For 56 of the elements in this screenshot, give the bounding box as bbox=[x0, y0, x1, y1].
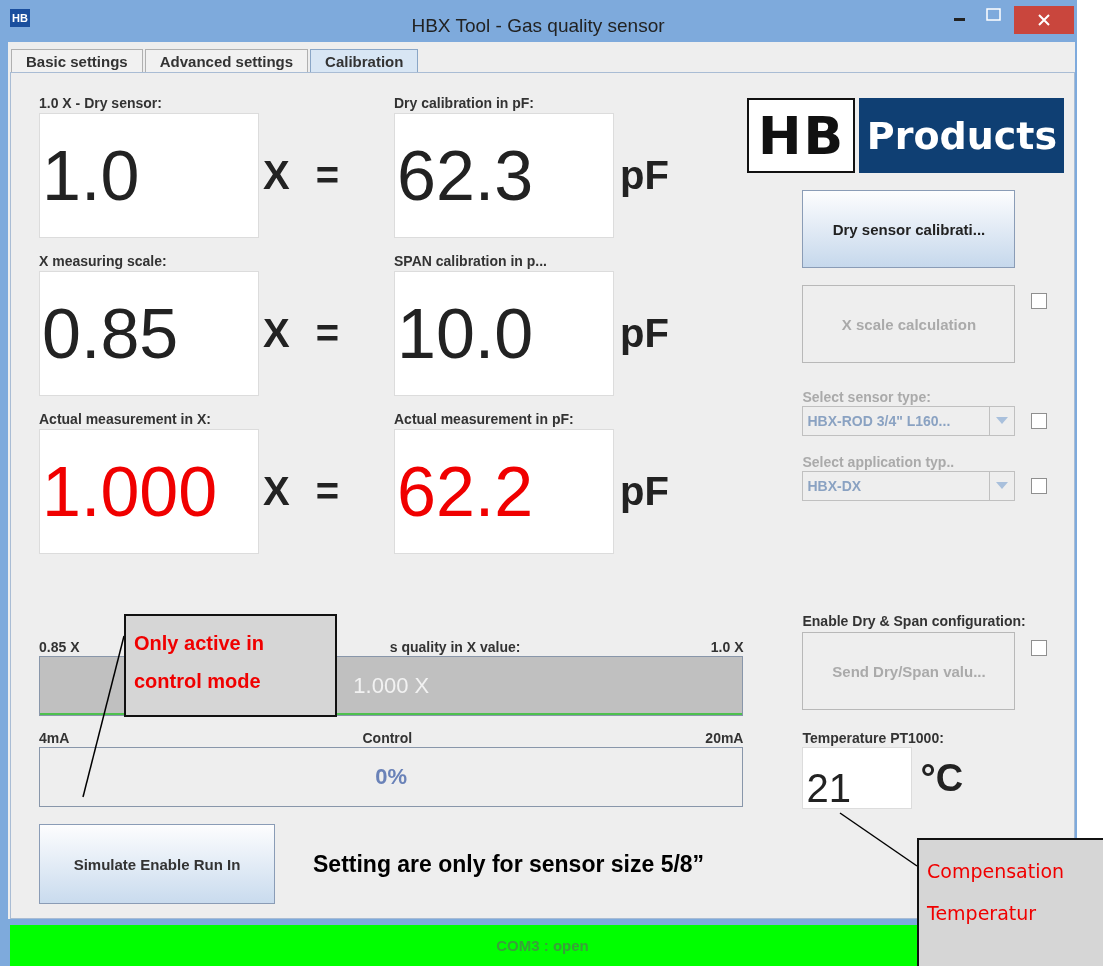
gauge-title: Control bbox=[362, 730, 413, 747]
minimize-icon bbox=[953, 17, 965, 21]
field-label: Select application typ.. bbox=[802, 454, 956, 471]
close-icon bbox=[1037, 13, 1051, 27]
logo: HB bbox=[747, 98, 856, 173]
scale-label: 1.0 X bbox=[710, 639, 744, 656]
unit-label: °C bbox=[920, 757, 964, 800]
value-display: 0.85 bbox=[39, 271, 259, 396]
checkbox[interactable] bbox=[1031, 478, 1048, 494]
field-label: Temperature PT1000: bbox=[802, 730, 945, 747]
maximize-icon bbox=[986, 7, 1002, 22]
callout-text: Compensation Temperatur bbox=[927, 859, 1066, 926]
equals-sign: = bbox=[315, 469, 340, 514]
simulate-button[interactable]: Simulate Enable Run In bbox=[39, 824, 275, 904]
field-label: 1.0 X - Dry sensor: bbox=[39, 95, 163, 113]
action-button[interactable]: Dry sensor calibrati... bbox=[802, 190, 1016, 268]
field-label: Actual measurement in pF: bbox=[394, 411, 574, 429]
app-icon: HB bbox=[10, 9, 30, 27]
field-label: Actual measurement in X: bbox=[39, 411, 212, 429]
scale-label: 4mA bbox=[39, 730, 70, 747]
equals-sign: = bbox=[315, 153, 340, 198]
gauge-title: s quality in X value: bbox=[389, 639, 521, 656]
close-button[interactable] bbox=[1014, 6, 1074, 34]
unit-label: pF bbox=[620, 469, 669, 514]
caret-icon bbox=[996, 417, 1009, 425]
caret-icon bbox=[996, 482, 1009, 490]
tab[interactable]: Advanced settings bbox=[144, 49, 309, 72]
tab[interactable]: Basic settings bbox=[11, 49, 143, 72]
unit-label: X bbox=[263, 311, 290, 356]
unit-label: X bbox=[263, 469, 290, 514]
logo: Products bbox=[859, 98, 1065, 173]
value-display: 10.0 bbox=[394, 271, 614, 396]
callout-text: Only active in control mode bbox=[134, 631, 266, 694]
unit-label: pF bbox=[620, 153, 669, 198]
field-label: X measuring scale: bbox=[39, 253, 168, 271]
checkbox[interactable] bbox=[1031, 413, 1048, 429]
gauge-reading: 0% bbox=[375, 764, 408, 790]
equals-sign: = bbox=[315, 311, 340, 356]
scale-label: 0.85 X bbox=[39, 639, 80, 656]
value-display: 62.3 bbox=[394, 113, 614, 238]
unit-label: pF bbox=[620, 311, 669, 356]
tab[interactable]: Calibration bbox=[310, 49, 419, 72]
scale-label: 20mA bbox=[705, 730, 744, 747]
field-label: Enable Dry & Span configuration: bbox=[802, 613, 1027, 630]
unit-label: X bbox=[263, 153, 290, 198]
temperature-display: 21 bbox=[802, 747, 913, 809]
field-label: Select sensor type: bbox=[802, 389, 932, 406]
checkbox[interactable] bbox=[1031, 293, 1048, 309]
value-display: 1.0 bbox=[39, 113, 259, 238]
window-title: HBX Tool - Gas quality sensor bbox=[411, 15, 665, 37]
field-label: SPAN calibration in p... bbox=[394, 253, 547, 271]
checkbox[interactable] bbox=[1031, 640, 1048, 656]
field-label: Dry calibration in pF: bbox=[394, 95, 534, 113]
note-text: Setting are only for sensor size 5/8” bbox=[313, 850, 705, 878]
value-display: 62.2 bbox=[394, 429, 614, 554]
value-display: 1.000 bbox=[39, 429, 259, 554]
